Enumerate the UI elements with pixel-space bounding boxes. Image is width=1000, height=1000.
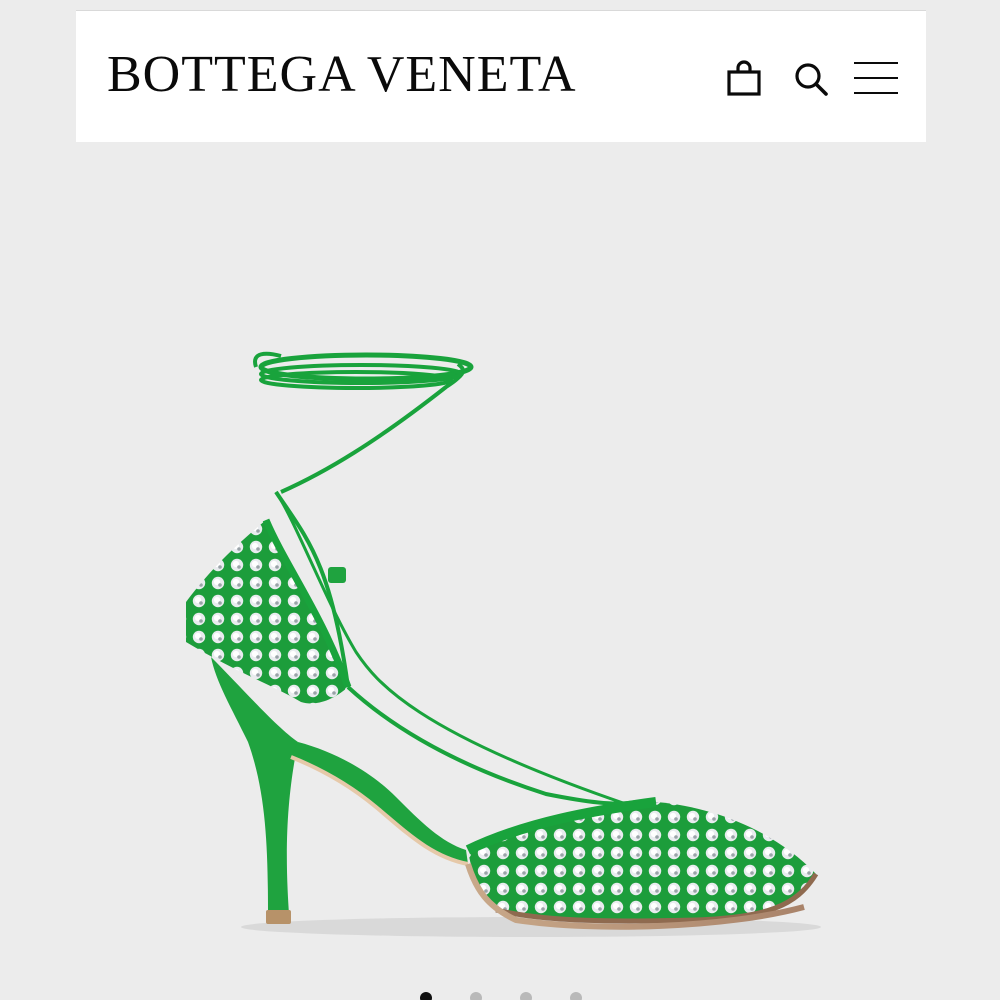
- carousel-dot[interactable]: [570, 992, 582, 1000]
- shopping-bag-icon[interactable]: [722, 57, 766, 101]
- left-margin: [0, 0, 76, 1000]
- top-divider: [76, 0, 926, 11]
- product-image[interactable]: [76, 142, 926, 1000]
- search-icon[interactable]: [789, 57, 833, 101]
- right-margin: [926, 0, 1000, 1000]
- carousel-dots: [76, 992, 926, 1000]
- brand-logo[interactable]: BOTTEGA VENETA: [107, 49, 577, 101]
- hamburger-menu-icon[interactable]: [854, 57, 898, 101]
- carousel-dot[interactable]: [470, 992, 482, 1000]
- product-page: BOTTEGA VENETA: [0, 0, 1000, 1000]
- carousel-dot[interactable]: [520, 992, 532, 1000]
- carousel-dot[interactable]: [420, 992, 432, 1000]
- site-header: BOTTEGA VENETA: [76, 11, 926, 142]
- product-gallery[interactable]: [76, 142, 926, 1000]
